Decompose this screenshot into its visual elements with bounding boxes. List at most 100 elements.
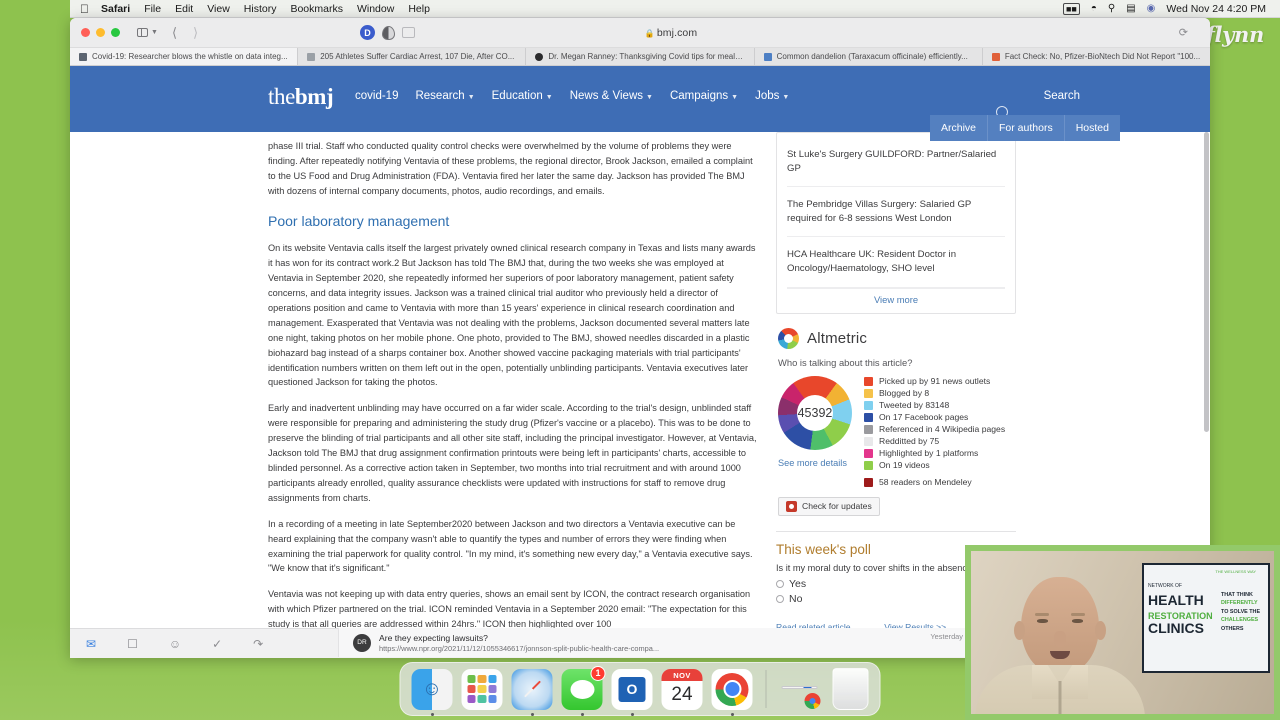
altmetric-score-value: 45392 [797, 405, 833, 420]
nav-item-jobs[interactable]: Jobs ▼ [755, 90, 789, 102]
dock-item-calendar[interactable]: NOV 24 [661, 668, 703, 710]
menu-item-file[interactable]: File [144, 3, 161, 15]
stat-text: Redditted by 75 [879, 435, 940, 446]
site-nav: covid-19 Research ▼ Education ▼ News & Vie… [355, 90, 789, 102]
jobs-view-more-link[interactable]: View more [787, 287, 1005, 313]
message-notification[interactable]: DR Are they expecting lawsuits? https://… [338, 628, 978, 657]
article-body: phase III trial. Staff who conducted qua… [268, 141, 768, 658]
screen-mirroring-icon[interactable]: ▤ [1126, 3, 1135, 14]
address-bar[interactable]: D 🔒 bmj.com [360, 25, 920, 40]
nav-item-news-views[interactable]: News & Views ▼ [570, 90, 653, 102]
sidebar-toggle-button[interactable]: ▼ [137, 28, 158, 37]
share-icon[interactable]: ↷ [253, 637, 263, 651]
calendar-month: NOV [661, 668, 703, 681]
markup-icon[interactable]: ✓ [212, 637, 222, 651]
tab-favicon-icon [307, 52, 316, 61]
job-listing-item[interactable]: St Luke's Surgery GUILDFORD: Partner/Sal… [787, 137, 1005, 188]
battery-icon[interactable]: ■■ [1062, 2, 1080, 15]
browser-tab[interactable]: Dr. Megan Ranney: Thanksgiving Covid tip… [526, 48, 755, 65]
radio-icon[interactable] [776, 580, 784, 588]
dark-reader-icon[interactable] [382, 25, 395, 40]
crossmark-icon [786, 500, 797, 512]
color-swatch [864, 460, 873, 470]
menu-item-help[interactable]: Help [408, 3, 430, 15]
forward-arrow-icon[interactable]: ⟩ [193, 25, 198, 41]
bmj-logo[interactable]: thebmj [268, 84, 334, 110]
jobs-widget: St Luke's Surgery GUILDFORD: Partner/Sal… [776, 132, 1016, 314]
apple-icon[interactable]:  [80, 3, 89, 15]
running-indicator [630, 712, 634, 716]
mac-dock: ☺ 1 O NOV 24 [399, 662, 881, 716]
browser-tab[interactable]: Covid-19: Researcher blows the whistle o… [70, 48, 299, 65]
subnav-item-hosted[interactable]: Hosted [1063, 115, 1120, 141]
poster-right-1: THAT THINK [1221, 592, 1253, 598]
nav-item-research[interactable]: Research ▼ [415, 90, 474, 102]
poster-line-clinics: CLINICS [1148, 620, 1204, 636]
mail-icon[interactable]: ✉ [86, 637, 96, 651]
back-arrow-icon[interactable]: ⟨ [172, 25, 177, 41]
notification-url[interactable]: https://www.npr.org/2021/11/12/105534661… [379, 644, 922, 653]
dock-item-messages[interactable]: 1 [561, 665, 606, 716]
dock-item-launchpad[interactable] [461, 668, 503, 710]
menu-item-bookmarks[interactable]: Bookmarks [290, 3, 343, 15]
menu-item-history[interactable]: History [244, 3, 277, 15]
nav-item-campaigns[interactable]: Campaigns ▼ [670, 90, 738, 102]
menu-item-view[interactable]: View [207, 3, 230, 15]
running-indicator [530, 712, 534, 716]
download-progress-icon [781, 685, 818, 689]
altmetric-score-donut[interactable]: 45392 [778, 375, 852, 450]
dock-item-finder[interactable]: ☺ [411, 668, 453, 716]
subnav-item-archive[interactable]: Archive [930, 115, 988, 141]
maximize-window-button[interactable] [111, 28, 120, 37]
dock-item-download[interactable] [780, 669, 824, 710]
dock-item-safari[interactable] [511, 668, 553, 716]
radio-icon[interactable] [776, 595, 784, 603]
search-icon[interactable]: ⚲ [1108, 3, 1115, 14]
menu-item-safari[interactable]: Safari [101, 3, 130, 15]
article-paragraph: Ventavia was not keeping up with data en… [268, 589, 751, 630]
finder-icon: ☺ [421, 677, 443, 700]
job-listing-item[interactable]: The Pembridge Villas Surgery: Salaried G… [787, 187, 1005, 238]
notification-text: Are they expecting lawsuits? https://www… [379, 633, 922, 653]
dock-item-chrome[interactable] [711, 668, 753, 716]
browser-tab[interactable]: 205 Athletes Suffer Cardiac Arrest, 107 … [298, 48, 527, 65]
stat-text: 58 readers on Mendeley [879, 476, 972, 487]
chrome-download-icon [804, 692, 821, 709]
mac-menu-bar:  Safari File Edit View History Bookmark… [70, 0, 1280, 18]
subnav-item-for-authors[interactable]: For authors [987, 115, 1064, 141]
menu-item-edit[interactable]: Edit [175, 3, 193, 15]
menu-item-window[interactable]: Window [357, 3, 394, 15]
running-indicator [730, 712, 734, 716]
altmetric-widget: Altmetric Who is talking about this arti… [776, 327, 1016, 517]
url-text[interactable]: 🔒 bmj.com [422, 27, 920, 39]
control-center-icon[interactable]: ◉ [1147, 3, 1156, 14]
dock-item-outlook[interactable]: O [611, 668, 653, 716]
nav-item-covid19[interactable]: covid-19 [355, 90, 398, 102]
dock-item-trash[interactable] [832, 668, 869, 710]
check-for-updates-button[interactable]: Check for updates [778, 496, 880, 516]
browser-tab[interactable]: Common dandelion (Taraxacum officinale) … [755, 48, 983, 65]
reader-view-icon[interactable] [402, 27, 415, 38]
nav-item-education[interactable]: Education ▼ [492, 90, 553, 102]
job-listing-item[interactable]: HCA Healthcare UK: Resident Doctor in On… [787, 237, 1005, 288]
altmetric-see-more-link[interactable]: See more details [778, 458, 856, 468]
search-label[interactable]: Search [1044, 90, 1080, 102]
wifi-icon[interactable]: ◓ [1091, 3, 1097, 14]
color-swatch [864, 388, 873, 398]
menubar-clock[interactable]: Wed Nov 24 4:20 PM [1166, 3, 1266, 15]
reload-icon[interactable]: ⟳ [1179, 26, 1188, 39]
stat-text: Highlighted by 1 platforms [879, 447, 979, 458]
altmetric-stats-list: Picked up by 91 news outlets Blogged by … [864, 376, 1014, 488]
webcam-overlay[interactable]: THE WELLNESS WAY NETWORK OF HEALTH RESTO… [965, 545, 1280, 720]
notes-icon[interactable]: ☐ [127, 637, 138, 651]
color-swatch [864, 424, 873, 434]
page-scrollbar[interactable] [1204, 132, 1209, 432]
contact-icon[interactable]: ☺ [169, 637, 181, 651]
lock-icon: 🔒 [644, 28, 655, 38]
browser-tab[interactable]: Fact Check: No, Pfizer-BioNtech Did Not … [983, 48, 1210, 65]
minimize-window-button[interactable] [96, 28, 105, 37]
close-window-button[interactable] [81, 28, 90, 37]
duckduckgo-icon[interactable]: D [360, 25, 375, 40]
color-swatch [864, 448, 873, 458]
chevron-down-icon: ▼ [782, 94, 790, 101]
